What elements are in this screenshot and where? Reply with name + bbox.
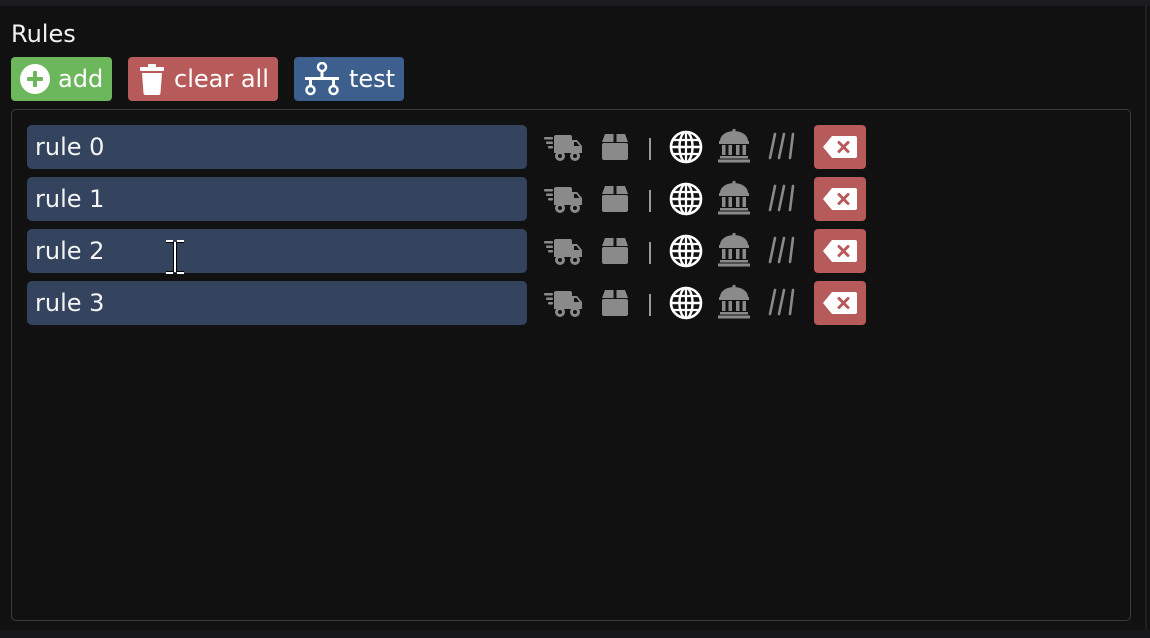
- clear-all-button[interactable]: clear all: [128, 57, 278, 101]
- section-title: Rules: [11, 20, 76, 48]
- top-border: [0, 0, 1150, 6]
- add-button-label: add: [58, 65, 104, 93]
- rule-name-input[interactable]: [27, 281, 527, 325]
- box-icon[interactable]: [600, 288, 630, 318]
- globe-icon[interactable]: [669, 234, 703, 268]
- backspace-icon: [822, 291, 858, 315]
- landmark-icon[interactable]: [717, 233, 751, 267]
- separator: [649, 190, 651, 212]
- slashes-icon[interactable]: [768, 235, 796, 265]
- slashes-icon[interactable]: [768, 287, 796, 317]
- delete-rule-button[interactable]: [814, 125, 866, 169]
- trash-icon: [140, 64, 164, 95]
- globe-icon[interactable]: [669, 286, 703, 320]
- test-button-label: test: [349, 65, 396, 93]
- delete-rule-button[interactable]: [814, 229, 866, 273]
- clear-all-label: clear all: [174, 65, 269, 93]
- landmark-icon[interactable]: [717, 285, 751, 319]
- landmark-icon[interactable]: [717, 129, 751, 163]
- delete-rule-button[interactable]: [814, 177, 866, 221]
- separator: [649, 242, 651, 264]
- box-icon[interactable]: [600, 184, 630, 214]
- truck-fast-icon[interactable]: [543, 287, 583, 319]
- slashes-icon[interactable]: [768, 131, 796, 161]
- test-button[interactable]: test: [294, 57, 404, 101]
- separator: [649, 294, 651, 316]
- slashes-icon[interactable]: [768, 183, 796, 213]
- backspace-icon: [822, 239, 858, 263]
- backspace-icon: [822, 187, 858, 211]
- truck-fast-icon[interactable]: [543, 183, 583, 215]
- box-icon[interactable]: [600, 132, 630, 162]
- box-icon[interactable]: [600, 236, 630, 266]
- rule-name-input[interactable]: [27, 125, 527, 169]
- text-cursor-icon: [166, 240, 184, 274]
- backspace-icon: [822, 135, 858, 159]
- separator: [649, 138, 651, 160]
- rule-name-input[interactable]: [27, 229, 527, 273]
- landmark-icon[interactable]: [717, 181, 751, 215]
- globe-icon[interactable]: [669, 182, 703, 216]
- scrollbar-track: [1145, 6, 1147, 638]
- bottom-border: [0, 630, 1150, 638]
- globe-icon[interactable]: [669, 130, 703, 164]
- delete-rule-button[interactable]: [814, 281, 866, 325]
- plus-circle-icon: [20, 64, 50, 94]
- truck-fast-icon[interactable]: [543, 235, 583, 267]
- network-icon: [305, 62, 339, 96]
- rule-name-input[interactable]: [27, 177, 527, 221]
- add-rule-button[interactable]: add: [11, 57, 112, 101]
- truck-fast-icon[interactable]: [543, 131, 583, 163]
